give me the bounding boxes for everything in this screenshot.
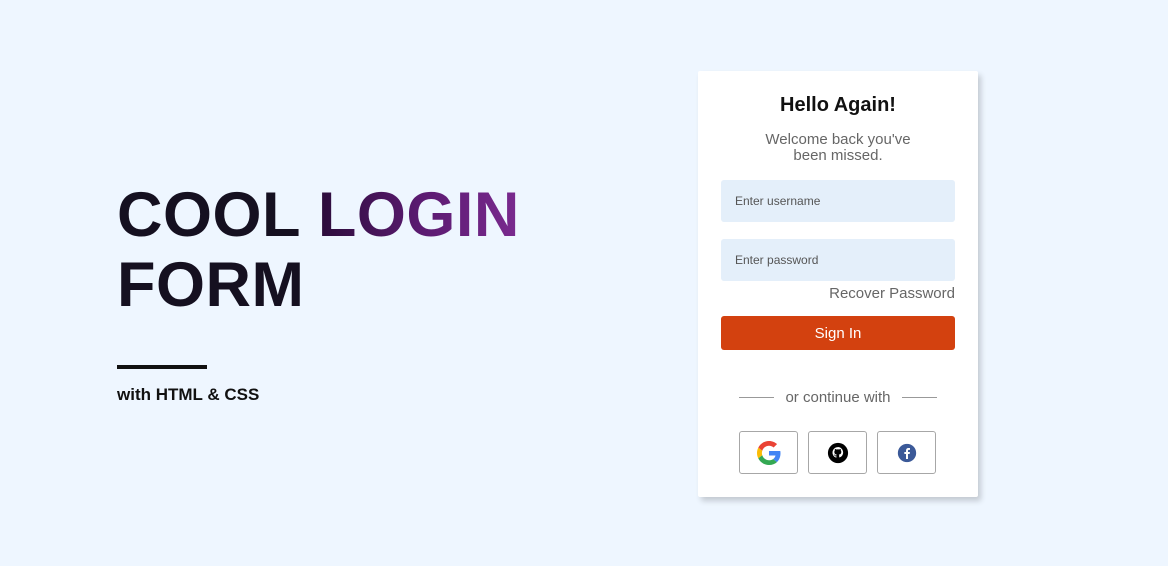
hero-divider (117, 365, 207, 369)
login-card: Hello Again! Welcome back you've been mi… (698, 71, 978, 497)
hero-title: COOL LOGIN FORM (117, 180, 597, 320)
facebook-icon (897, 443, 917, 463)
login-subtitle: Welcome back you've been missed. (765, 131, 911, 164)
username-input[interactable] (721, 180, 955, 222)
github-icon (827, 442, 849, 464)
hero-section: COOL LOGIN FORM with HTML & CSS (117, 180, 597, 405)
social-login-group (739, 431, 936, 474)
hero-title-login: LOGIN (317, 180, 520, 250)
divider-line-left (739, 397, 775, 398)
facebook-login-button[interactable] (877, 431, 936, 474)
divider-line-right (901, 397, 937, 398)
google-icon (756, 440, 781, 465)
hero-title-form: FORM (117, 250, 305, 320)
social-divider: or continue with (739, 389, 937, 406)
github-login-button[interactable] (808, 431, 867, 474)
recover-password-link[interactable]: Recover Password (829, 285, 955, 302)
hero-subtitle: with HTML & CSS (117, 385, 260, 404)
password-input[interactable] (721, 239, 955, 281)
hero-title-cool: COOL (117, 180, 300, 250)
sign-in-button[interactable]: Sign In (721, 316, 955, 350)
login-title: Hello Again! (780, 94, 896, 116)
divider-text: or continue with (785, 389, 891, 406)
google-login-button[interactable] (739, 431, 798, 474)
